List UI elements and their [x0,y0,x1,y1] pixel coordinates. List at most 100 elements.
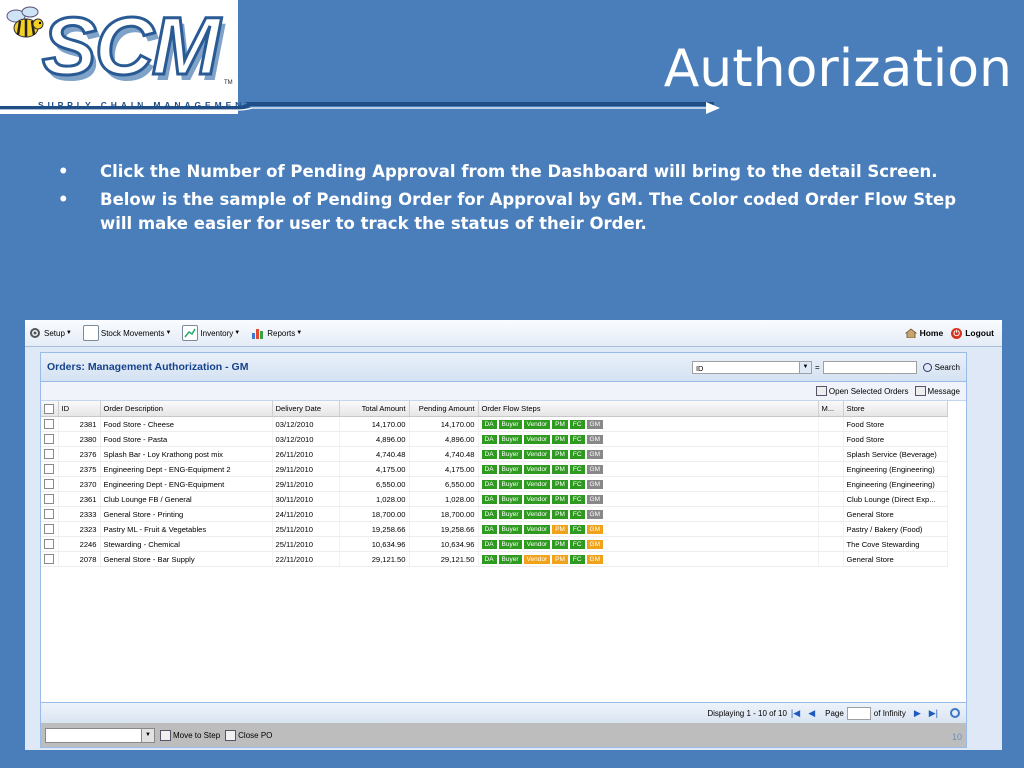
cell-pending-amount: 1,028.00 [409,491,479,507]
column-header-description[interactable]: Order Description [100,401,273,417]
cell-total-amount: 4,175.00 [339,461,410,477]
first-page-icon[interactable]: |◀ [791,708,800,719]
table-row[interactable]: 2078 General Store - Bar Supply 22/11/2010… [41,551,948,567]
cell-id: 2381 [58,416,101,432]
column-header-id[interactable]: ID [58,401,101,417]
row-checkbox[interactable] [41,431,59,447]
menu-reports[interactable]: Reports ▼ [251,326,302,340]
checkbox[interactable] [44,419,54,429]
table-row[interactable]: 2375 Engineering Dept - ENG-Equipment 2 29… [41,461,948,477]
flow-step-badge: GM [586,420,604,429]
logout-button[interactable]: ⏻ Logout [951,327,994,339]
checkbox[interactable] [44,464,54,474]
row-checkbox[interactable] [41,461,59,477]
checkbox[interactable] [44,494,54,504]
gear-icon [30,328,40,338]
move-to-step-label: Move to Step [173,730,221,740]
flow-step-badge: DA [481,555,497,564]
column-header-store[interactable]: Store [843,401,948,417]
step-action-select[interactable]: ▼ [45,727,155,743]
menu-setup[interactable]: Setup ▼ [28,326,72,340]
flow-step-badge: DA [481,525,497,534]
close-po-button[interactable]: Close PO [225,729,272,741]
row-checkbox[interactable] [41,491,59,507]
flow-step-badge: Buyer [498,495,522,504]
flow-step-badge: DA [481,435,497,444]
flow-step-badge: Vendor [523,555,551,564]
flow-step-badge: PM [552,555,568,564]
chevron-down-icon[interactable]: ▼ [141,728,154,742]
flow-step-badge: FC [569,480,585,489]
checkbox[interactable] [44,479,54,489]
row-checkbox[interactable] [41,446,59,462]
menu-inventory[interactable]: Inventory ▼ [182,325,240,341]
checkbox[interactable] [44,539,54,549]
row-checkbox[interactable] [41,506,59,522]
filter-value-input[interactable] [822,360,917,374]
row-checkbox[interactable] [41,551,59,567]
flow-step-badge: PM [552,465,568,474]
select-all-checkbox[interactable] [41,401,59,417]
row-checkbox[interactable] [41,476,59,492]
page-number-input[interactable] [846,706,871,720]
row-checkbox[interactable] [41,521,59,537]
cell-order-flow-steps: DA Buyer Vendor PM FC GM [478,521,819,537]
table-row[interactable]: 2361 Club Lounge FB / General 30/11/2010 1,… [41,491,948,507]
flow-step-badge: DA [481,510,497,519]
cell-store: Splash Service (Beverage) [843,446,948,462]
cell-m [818,491,844,507]
table-row[interactable]: 2323 Pastry ML - Fruit & Vegetables 25/11/… [41,521,948,537]
checkbox[interactable] [44,449,54,459]
column-header-delivery-date[interactable]: Delivery Date [272,401,340,417]
previous-page-icon[interactable]: ◀ [808,708,815,719]
cell-delivery-date: 25/11/2010 [272,521,340,537]
table-row[interactable]: 2246 Stewarding - Chemical 25/11/2010 10,63… [41,536,948,552]
cell-m [818,551,844,567]
cell-m [818,446,844,462]
row-checkbox[interactable] [41,416,59,432]
flow-step-badge: DA [481,450,497,459]
column-header-pending-amount[interactable]: Pending Amount [409,401,479,417]
table-row[interactable]: 2333 General Store - Printing 24/11/2010 18… [41,506,948,522]
refresh-icon[interactable] [950,708,960,718]
flow-step-badge: DA [481,465,497,474]
home-button[interactable]: Home [904,328,943,338]
checkbox[interactable] [44,554,54,564]
filter-field-select[interactable]: ID ▼ [691,360,812,374]
flow-step-badge: Buyer [498,555,522,564]
row-checkbox[interactable] [41,536,59,552]
flow-step-badge: Buyer [498,465,522,474]
move-to-step-button[interactable]: Move to Step [160,729,221,741]
cell-delivery-date: 03/12/2010 [272,431,340,447]
cell-total-amount: 6,550.00 [339,476,410,492]
next-page-icon[interactable]: ▶ [914,708,921,719]
power-icon: ⏻ [951,327,963,339]
reports-icon [252,329,264,339]
table-row[interactable]: 2370 Engineering Dept - ENG-Equipment 29/1… [41,476,948,492]
menu-stock-movements[interactable]: Stock Movements ▼ [82,325,171,341]
search-button[interactable]: Search [922,362,960,372]
cell-total-amount: 4,896.00 [339,431,410,447]
last-page-icon[interactable]: ▶| [929,708,938,719]
bullet-text: Below is the sample of Pending Order for… [100,190,957,233]
table-row[interactable]: 2380 Food Store - Pasta 03/12/2010 4,896.00… [41,431,948,447]
search-label: Search [934,362,960,372]
cell-pending-amount: 18,700.00 [409,506,479,522]
flow-step-badge: PM [552,450,568,459]
open-selected-orders-button[interactable]: Open Selected Orders [815,386,909,396]
grid-header-row: ID Order Description Delivery Date Total… [41,401,948,417]
column-header-order-flow-steps[interactable]: Order Flow Steps [478,401,819,417]
flow-step-badge: Vendor [523,420,551,429]
checkbox[interactable] [44,524,54,534]
column-header-m[interactable]: M... [818,401,844,417]
table-row[interactable]: 2381 Food Store - Cheese 03/12/2010 14,170.… [41,416,948,432]
cell-pending-amount: 6,550.00 [409,476,479,492]
cell-delivery-date: 30/11/2010 [272,491,340,507]
table-row[interactable]: 2376 Splash Bar - Loy Krathong post mix 26… [41,446,948,462]
message-button[interactable]: Message [914,386,960,396]
checkbox[interactable] [44,434,54,444]
chevron-down-icon[interactable]: ▼ [798,361,811,373]
checkbox[interactable] [44,509,54,519]
cell-store: General Store [843,551,948,567]
column-header-total-amount[interactable]: Total Amount [339,401,410,417]
